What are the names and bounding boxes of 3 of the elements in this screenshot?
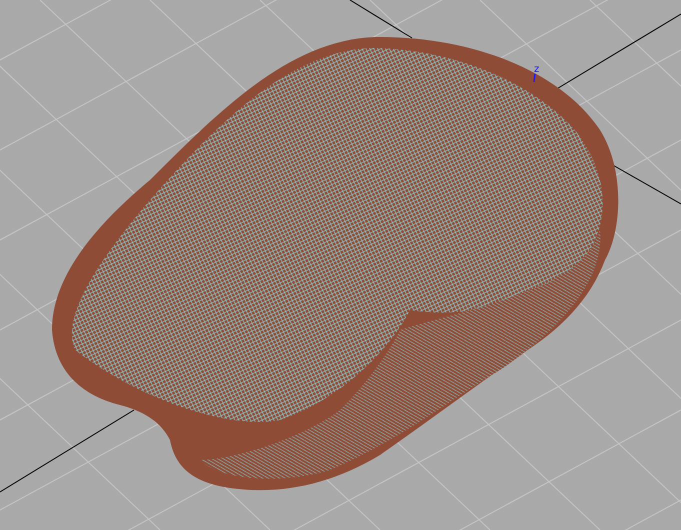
axis-line [350,0,412,38]
axis-label: z [534,64,540,75]
axis-tick [533,74,536,82]
